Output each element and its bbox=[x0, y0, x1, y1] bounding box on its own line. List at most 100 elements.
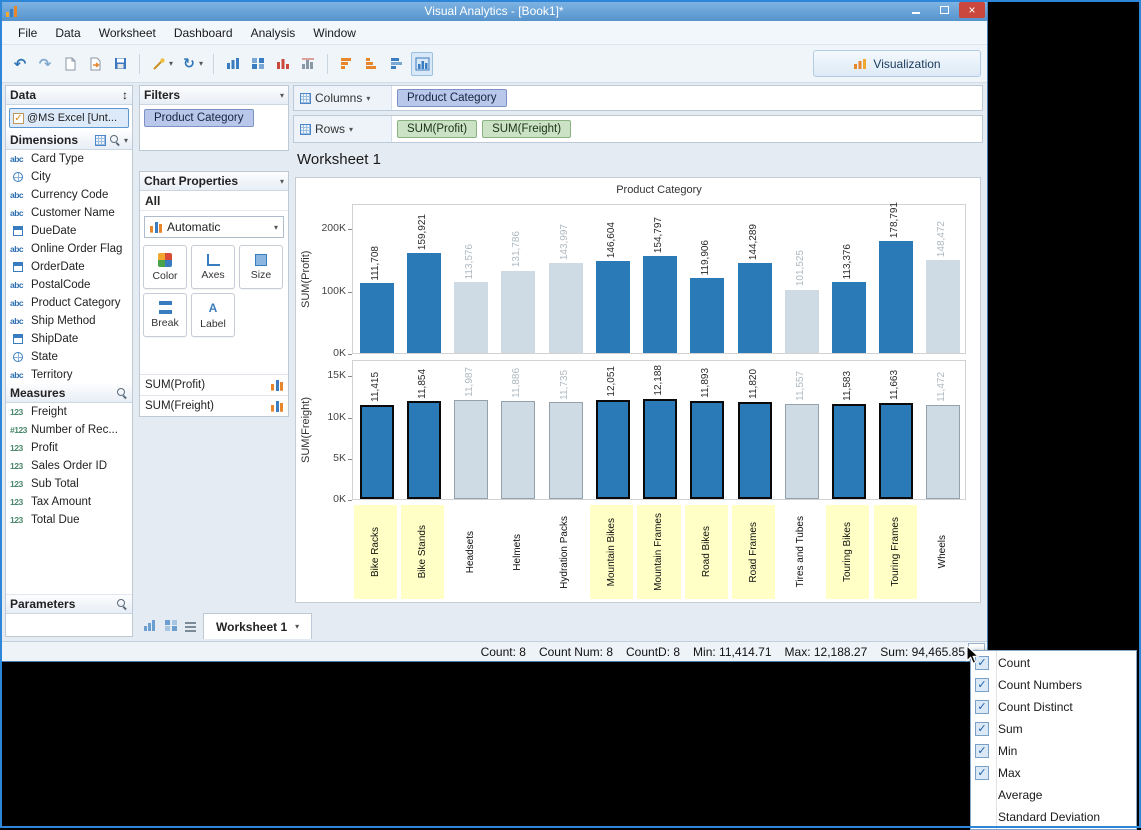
menu-item-file[interactable]: File bbox=[9, 23, 46, 43]
measure-total-due[interactable]: 123 Total Due bbox=[6, 511, 132, 529]
histogram-tool-icon[interactable] bbox=[297, 52, 319, 76]
dimension-orderdate[interactable]: OrderDate bbox=[6, 258, 132, 276]
filter-pill-product-category[interactable]: Product Category bbox=[144, 109, 254, 127]
menu-item-window[interactable]: Window bbox=[304, 23, 365, 43]
visualization-button[interactable]: Visualization bbox=[813, 50, 981, 77]
sort-updown-icon[interactable]: ↕ bbox=[122, 88, 128, 102]
columns-shelf-label[interactable]: Columns ▾ bbox=[294, 86, 392, 110]
swap-axes-icon[interactable] bbox=[386, 52, 408, 76]
dimension-territory[interactable]: abc Territory bbox=[6, 366, 132, 384]
dimension-shipdate[interactable]: ShipDate bbox=[6, 330, 132, 348]
category-label-helmets[interactable]: Helmets bbox=[496, 505, 539, 599]
bar-bike-racks[interactable] bbox=[359, 405, 394, 499]
category-label-bike-racks[interactable]: Bike Racks bbox=[354, 505, 398, 599]
bar-wheels[interactable] bbox=[926, 404, 961, 499]
bar-hydration-packs[interactable] bbox=[548, 402, 583, 499]
sort-descending-icon[interactable] bbox=[336, 52, 358, 76]
export-icon[interactable] bbox=[84, 52, 106, 76]
bar-bike-stands[interactable] bbox=[406, 253, 441, 353]
bar-bike-racks[interactable] bbox=[359, 283, 394, 353]
category-label-wheels[interactable]: Wheels bbox=[921, 505, 964, 599]
measure-sales-order-id[interactable]: 123 Sales Order ID bbox=[6, 457, 132, 475]
bar-touring-frames[interactable] bbox=[879, 241, 914, 353]
new-dashboard-icon[interactable] bbox=[164, 619, 178, 632]
dimension-city[interactable]: City bbox=[6, 168, 132, 186]
category-label-headsets[interactable]: Headsets bbox=[449, 505, 492, 599]
dimension-state[interactable]: State bbox=[6, 348, 132, 366]
bar-hydration-packs[interactable] bbox=[548, 263, 583, 353]
bar-tires-and-tubes[interactable] bbox=[784, 403, 819, 499]
category-label-bike-stands[interactable]: Bike Stands bbox=[401, 505, 445, 599]
aggregation-item-count[interactable]: ✓ Count bbox=[971, 652, 1136, 674]
menu-item-data[interactable]: Data bbox=[46, 23, 89, 43]
bar-mountain-frames[interactable] bbox=[643, 256, 677, 353]
aggregation-item-count-numbers[interactable]: ✓ Count Numbers bbox=[971, 674, 1136, 696]
refresh-icon[interactable]: ↻ bbox=[178, 52, 200, 76]
undo-icon[interactable]: ↶ bbox=[9, 52, 31, 76]
dimension-card-type[interactable]: abc Card Type bbox=[6, 150, 132, 168]
highlight-table-icon[interactable] bbox=[411, 51, 434, 76]
redo-icon[interactable]: ↷ bbox=[34, 52, 56, 76]
menu-item-worksheet[interactable]: Worksheet bbox=[90, 23, 165, 43]
bar-touring-frames[interactable] bbox=[879, 403, 914, 499]
bar-road-bikes[interactable] bbox=[690, 278, 725, 353]
bar-touring-bikes[interactable] bbox=[831, 282, 866, 353]
maximize-button[interactable] bbox=[931, 2, 957, 18]
bar-headsets[interactable] bbox=[454, 282, 489, 353]
save-icon[interactable] bbox=[109, 52, 131, 76]
minimize-button[interactable] bbox=[903, 2, 929, 18]
break-button[interactable]: Break bbox=[143, 293, 187, 337]
bar-tires-and-tubes[interactable] bbox=[784, 289, 819, 353]
red-bar-chart-tool-icon[interactable] bbox=[272, 52, 294, 76]
data-connection[interactable]: ✓ @MS Excel [Unt... bbox=[9, 108, 129, 128]
rows-shelf-label[interactable]: Rows ▾ bbox=[294, 116, 392, 142]
bar-touring-bikes[interactable] bbox=[831, 403, 866, 499]
dimension-customer-name[interactable]: abc Customer Name bbox=[6, 204, 132, 222]
worksheet-tab[interactable]: Worksheet 1 ▾ bbox=[203, 613, 313, 639]
search-icon[interactable] bbox=[116, 598, 128, 610]
category-label-mountain-frames[interactable]: Mountain Frames bbox=[637, 505, 681, 599]
close-button[interactable]: × bbox=[959, 2, 985, 18]
dimension-online-order-flag[interactable]: abc Online Order Flag bbox=[6, 240, 132, 258]
category-label-touring-frames[interactable]: Touring Frames bbox=[873, 505, 917, 599]
aggregation-item-min[interactable]: ✓ Min bbox=[971, 740, 1136, 762]
bar-mountain-bikes[interactable] bbox=[595, 399, 630, 499]
measure-tax-amount[interactable]: 123 Tax Amount bbox=[6, 493, 132, 511]
dimension-duedate[interactable]: DueDate bbox=[6, 222, 132, 240]
bar-helmets[interactable] bbox=[501, 270, 536, 353]
measure-sub-total[interactable]: 123 Sub Total bbox=[6, 475, 132, 493]
sort-ascending-icon[interactable] bbox=[361, 52, 383, 76]
aggregation-item-max[interactable]: ✓ Max bbox=[971, 762, 1136, 784]
bar-wheels[interactable] bbox=[926, 260, 961, 353]
bar-headsets[interactable] bbox=[454, 400, 489, 499]
pill-product-category[interactable]: Product Category bbox=[397, 89, 507, 107]
table-icon[interactable] bbox=[94, 134, 106, 146]
menu-item-analysis[interactable]: Analysis bbox=[242, 23, 305, 43]
format-caret-icon[interactable]: ▾ bbox=[169, 59, 173, 68]
category-label-road-bikes[interactable]: Road Bikes bbox=[684, 505, 728, 599]
refresh-caret-icon[interactable]: ▾ bbox=[199, 59, 203, 68]
grid-chart-tool-icon[interactable] bbox=[247, 52, 269, 76]
search-icon[interactable] bbox=[109, 134, 121, 146]
color-button[interactable]: Color bbox=[143, 245, 187, 289]
menu-item-dashboard[interactable]: Dashboard bbox=[165, 23, 242, 43]
bar-bike-stands[interactable] bbox=[406, 401, 441, 499]
measure-number-of-rec[interactable]: #123 Number of Rec... bbox=[6, 421, 132, 439]
category-label-road-frames[interactable]: Road Frames bbox=[731, 505, 775, 599]
size-button[interactable]: Size bbox=[239, 245, 283, 289]
axes-button[interactable]: Axes bbox=[191, 245, 235, 289]
chevron-down-icon[interactable]: ▾ bbox=[280, 91, 284, 100]
checkbox-icon[interactable]: ✓ bbox=[13, 112, 24, 124]
bar-chart-tool-icon[interactable] bbox=[222, 52, 244, 76]
category-label-touring-bikes[interactable]: Touring Bikes bbox=[826, 505, 870, 599]
bar-road-bikes[interactable] bbox=[690, 401, 725, 499]
measure-freight[interactable]: 123 Freight bbox=[6, 403, 132, 421]
chevron-down-icon[interactable]: ▾ bbox=[124, 136, 128, 145]
mark-type-select[interactable]: Automatic ▾ bbox=[144, 216, 284, 238]
pill-sum-profit[interactable]: SUM(Profit) bbox=[397, 120, 478, 138]
bar-road-frames[interactable] bbox=[737, 401, 772, 499]
search-icon[interactable] bbox=[116, 387, 128, 399]
new-workbook-icon[interactable] bbox=[59, 52, 81, 76]
aggregation-item-sum[interactable]: ✓ Sum bbox=[971, 718, 1136, 740]
pill-sum-freight[interactable]: SUM(Freight) bbox=[482, 120, 572, 138]
